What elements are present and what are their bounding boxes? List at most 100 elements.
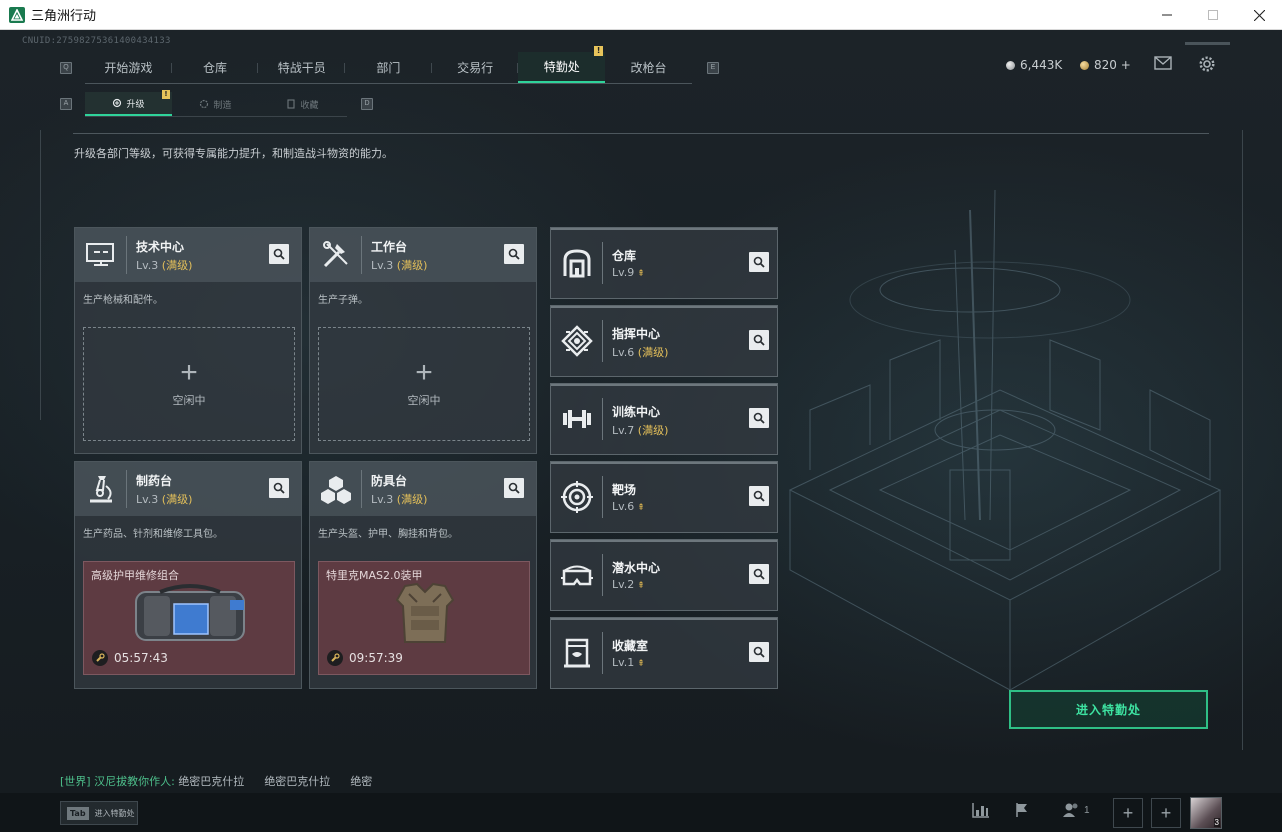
facility-card-command-center[interactable]: 指挥中心 Lv.6 (满级) xyxy=(550,305,778,377)
upgrade-available-icon: ⇞ xyxy=(637,581,645,591)
workshop-card-workbench[interactable]: 工作台 Lv.3 (满级) 生产子弹。 + 空闲中 xyxy=(309,227,537,454)
workshop-card-pharmacy[interactable]: 制药台 Lv.3 (满级) 生产药品、针剂和维修工具包。 高级护甲维修组合 05… xyxy=(74,461,302,689)
workshop-card-armor-bench[interactable]: 防具台 Lv.3 (满级) 生产头盔、护甲、胸挂和背包。 特里克MAS2.0装甲… xyxy=(309,461,537,689)
hud-frame-line xyxy=(1185,42,1230,45)
tab-upgrade[interactable]: 升级 ! xyxy=(85,90,172,116)
facility-name: 靶场 xyxy=(612,483,637,497)
enter-special-ops-button[interactable]: 进入特勤处 xyxy=(1009,690,1208,729)
app-logo-icon xyxy=(9,6,25,23)
facility-name: 训练中心 xyxy=(612,405,661,419)
tab-special-ops[interactable]: 特勤处! xyxy=(518,46,606,83)
inspect-button[interactable] xyxy=(749,408,769,428)
facility-level: Lv.6 ⇞ xyxy=(612,500,645,513)
tab-key: Tab xyxy=(67,806,89,820)
maxed-label: (满级) xyxy=(161,493,193,506)
main-nav: 开始游戏 仓库 特战干员 部门 交易行 特勤处! 改枪台 xyxy=(85,46,692,84)
facility-level: Lv.2 ⇞ xyxy=(612,578,645,591)
maxed-label: (满级) xyxy=(637,424,669,437)
mail-icon[interactable] xyxy=(1154,56,1172,75)
subnav-next-key-hint: D xyxy=(361,98,373,110)
production-slot-active[interactable]: 高级护甲维修组合 05:57:43 xyxy=(83,561,295,675)
facility-card-training-center[interactable]: 训练中心 Lv.7 (满级) xyxy=(550,383,778,455)
target-icon xyxy=(561,481,593,513)
workshop-level: Lv.3 (满级) xyxy=(371,259,428,272)
upgrade-available-icon: ⇞ xyxy=(637,503,645,513)
production-slot-active[interactable]: 特里克MAS2.0装甲 09:57:39 xyxy=(318,561,530,675)
silver-coin-icon xyxy=(1006,60,1015,70)
inspect-button[interactable] xyxy=(269,478,289,498)
facility-name: 指挥中心 xyxy=(612,327,661,341)
facility-card-collection-room[interactable]: 收藏室 Lv.1 ⇞ xyxy=(550,617,778,689)
gear-icon[interactable] xyxy=(1198,55,1216,78)
search-icon xyxy=(753,646,765,658)
facility-level: Lv.7 (满级) xyxy=(612,424,669,437)
workshop-name: 技术中心 xyxy=(136,240,185,254)
inspect-button[interactable] xyxy=(749,642,769,662)
workshop-description: 生产子弹。 xyxy=(318,295,368,306)
tab-gunsmith[interactable]: 改枪台 xyxy=(605,52,692,83)
tab-warehouse[interactable]: 仓库 xyxy=(172,52,259,83)
add-party-slot-button[interactable]: + xyxy=(1151,798,1181,828)
inspect-button[interactable] xyxy=(749,564,769,584)
chat-message: 绝密巴克什拉 xyxy=(264,775,331,788)
command-icon xyxy=(561,325,593,357)
add-party-slot-button[interactable]: + xyxy=(1113,798,1143,828)
workshop-level: Lv.3 (满级) xyxy=(136,259,193,272)
inspect-button[interactable] xyxy=(749,252,769,272)
card-header: 防具台 Lv.3 (满级) xyxy=(310,462,536,516)
workshop-card-tech-center[interactable]: 技术中心 Lv.3 (满级) 生产枪械和配件。 + 空闲中 xyxy=(74,227,302,454)
nav-next-key-hint: E xyxy=(707,62,719,74)
minimize-button[interactable] xyxy=(1144,0,1190,30)
search-icon xyxy=(753,568,765,580)
tab-operators[interactable]: 特战干员 xyxy=(258,52,346,83)
tab-department[interactable]: 部门 xyxy=(345,52,432,83)
inspect-button[interactable] xyxy=(504,478,524,498)
inspect-button[interactable] xyxy=(749,486,769,506)
upgrade-available-icon: ⇞ xyxy=(637,269,645,279)
tab-shortcut-hint[interactable]: Tab 进入特勤处 xyxy=(60,801,138,825)
flag-icon[interactable] xyxy=(1014,802,1030,818)
friends-button[interactable]: 1 xyxy=(1062,802,1090,818)
facility-name: 潜水中心 xyxy=(612,561,661,575)
workshop-description: 生产头盔、护甲、胸挂和背包。 xyxy=(318,529,458,540)
facility-card-diving-center[interactable]: 潜水中心 Lv.2 ⇞ xyxy=(550,539,778,611)
workshop-name: 制药台 xyxy=(136,474,173,488)
idle-label: 空闲中 xyxy=(172,394,206,407)
hud-frame-line xyxy=(1242,130,1243,750)
maxed-label: (满级) xyxy=(637,346,669,359)
wrench-timer-icon xyxy=(92,650,108,666)
silver-currency[interactable]: 6,443K xyxy=(1006,58,1062,72)
close-button[interactable] xyxy=(1236,0,1282,30)
inspect-button[interactable] xyxy=(269,244,289,264)
inspect-button[interactable] xyxy=(504,244,524,264)
avatar[interactable]: 3 xyxy=(1190,797,1222,829)
page-description: 升级各部门等级，可获得专属能力提升，和制造战斗物资的能力。 xyxy=(74,147,393,160)
workshop-name: 工作台 xyxy=(371,240,408,254)
production-slot-empty[interactable]: + 空闲中 xyxy=(83,327,295,441)
search-icon xyxy=(273,482,285,494)
add-icon: + xyxy=(180,356,198,389)
facility-card-shooting-range[interactable]: 靶场 Lv.6 ⇞ xyxy=(550,461,778,533)
search-icon xyxy=(753,334,765,346)
facility-name: 收藏室 xyxy=(612,639,649,653)
window-titlebar: 三角洲行动 xyxy=(0,0,1282,30)
facility-card-warehouse[interactable]: 仓库 Lv.9 ⇞ xyxy=(550,227,778,299)
production-slot-empty[interactable]: + 空闲中 xyxy=(318,327,530,441)
notification-badge: ! xyxy=(162,90,170,99)
production-timer: 09:57:39 xyxy=(327,650,403,666)
bottom-bar: Tab 进入特勤处 1 + + 3 xyxy=(0,793,1282,832)
maximize-button[interactable] xyxy=(1190,0,1236,30)
gold-currency[interactable]: 820 + xyxy=(1080,58,1131,72)
chat-ticker[interactable]: [世界] 汉尼拔教你作人: 绝密巴克什拉 绝密巴克什拉 绝密 xyxy=(60,773,372,789)
tab-trade[interactable]: 交易行 xyxy=(432,52,519,83)
dumbbell-icon xyxy=(563,410,591,428)
tab-collection[interactable]: 收藏 xyxy=(259,92,346,116)
upgrade-available-icon: ⇞ xyxy=(637,659,645,669)
inspect-button[interactable] xyxy=(749,330,769,350)
goggles-icon xyxy=(561,565,593,586)
body-armor-image xyxy=(395,582,455,643)
tab-craft[interactable]: 制造 xyxy=(172,92,259,116)
tab-start-game[interactable]: 开始游戏 xyxy=(85,52,172,83)
stats-icon[interactable] xyxy=(972,802,990,818)
search-icon xyxy=(273,248,285,260)
